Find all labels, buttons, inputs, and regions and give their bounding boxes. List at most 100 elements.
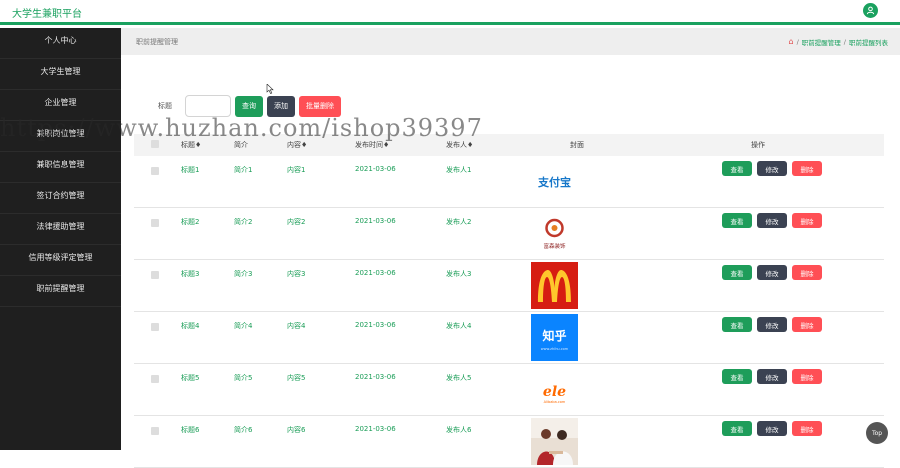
edit-button[interactable]: 修改 — [757, 213, 787, 228]
sidebar: 个人中心 大学生管理 企业管理 兼职岗位管理 兼职信息管理 签订合约管理 法律援… — [0, 28, 121, 450]
header-time[interactable]: 发布时间♦ — [355, 140, 446, 150]
cell-time: 2021-03-06 — [355, 165, 396, 173]
cell-publisher: 发布人2 — [446, 218, 472, 226]
cell-title: 标题1 — [181, 166, 200, 174]
sidebar-item-jobs[interactable]: 兼职岗位管理 — [0, 121, 121, 152]
page-title: 职前提醒管理 — [136, 38, 178, 46]
cell-content: 内容4 — [287, 322, 306, 330]
edit-button[interactable]: 修改 — [757, 265, 787, 280]
cell-intro: 简介2 — [234, 218, 253, 226]
header-bar: 职前提醒管理 ⌂ / 职前提醒管理 / 职前提醒列表 — [121, 28, 900, 55]
view-button[interactable]: 查看 — [722, 317, 752, 332]
main-area: 职前提醒管理 ⌂ / 职前提醒管理 / 职前提醒列表 标题 查询 添加 批量删除… — [121, 28, 900, 468]
cell-intro: 简介4 — [234, 322, 253, 330]
header-content[interactable]: 内容♦ — [287, 140, 355, 150]
edit-button[interactable]: 修改 — [757, 161, 787, 176]
table-row: 标题5 简介5 内容5 2021-03-06 发布人5 ele Alibaba.com 查看修… — [134, 364, 884, 416]
search-input[interactable] — [185, 95, 231, 117]
sidebar-item-credit-rating[interactable]: 信用等级评定管理 — [0, 245, 121, 276]
delete-button[interactable]: 删除 — [792, 161, 822, 176]
search-label: 标题 — [158, 102, 172, 110]
sidebar-item-reminders[interactable]: 职前提醒管理 — [0, 276, 121, 307]
cell-time: 2021-03-06 — [355, 321, 396, 329]
sidebar-item-personal-center[interactable]: 个人中心 — [0, 28, 121, 59]
query-button[interactable]: 查询 — [235, 95, 263, 117]
add-button[interactable]: 添加 — [267, 95, 295, 117]
cover-image: 富森装饰 — [531, 210, 578, 257]
view-button[interactable]: 查看 — [722, 161, 752, 176]
row-checkbox[interactable] — [151, 427, 159, 435]
breadcrumb-item-current: 职前提醒列表 — [849, 39, 888, 47]
row-checkbox[interactable] — [151, 323, 159, 331]
table-row: 标题1 简介1 内容1 2021-03-06 发布人1 支付宝 查看 修改 删除 — [134, 156, 884, 208]
svg-text:Alibaba.com: Alibaba.com — [544, 400, 566, 404]
sidebar-item-companies[interactable]: 企业管理 — [0, 90, 121, 121]
cell-content: 内容1 — [287, 166, 306, 174]
row-checkbox[interactable] — [151, 271, 159, 279]
delete-button[interactable]: 删除 — [792, 421, 822, 436]
header-title[interactable]: 标题♦ — [181, 140, 234, 150]
view-button[interactable]: 查看 — [722, 213, 752, 228]
row-checkbox[interactable] — [151, 219, 159, 227]
edit-button[interactable]: 修改 — [757, 421, 787, 436]
sidebar-item-legal-aid[interactable]: 法律援助管理 — [0, 214, 121, 245]
cell-title: 标题5 — [181, 374, 200, 382]
svg-text:富森装饰: 富森装饰 — [543, 242, 566, 250]
sidebar-item-contracts[interactable]: 签订合约管理 — [0, 183, 121, 214]
cell-publisher: 发布人5 — [446, 374, 472, 382]
delete-button[interactable]: 删除 — [792, 265, 822, 280]
row-checkbox[interactable] — [151, 375, 159, 383]
cell-content: 内容6 — [287, 426, 306, 434]
breadcrumb: ⌂ / 职前提醒管理 / 职前提醒列表 — [788, 37, 888, 48]
cell-publisher: 发布人6 — [446, 426, 472, 434]
sidebar-item-students[interactable]: 大学生管理 — [0, 59, 121, 90]
cell-publisher: 发布人1 — [446, 166, 472, 174]
cell-intro: 简介5 — [234, 374, 253, 382]
sidebar-item-job-info[interactable]: 兼职信息管理 — [0, 152, 121, 183]
cell-intro: 简介3 — [234, 270, 253, 278]
cell-time: 2021-03-06 — [355, 425, 396, 433]
search-bar: 标题 查询 添加 批量删除 — [158, 95, 341, 117]
svg-text:知乎: 知乎 — [541, 328, 566, 343]
cell-time: 2021-03-06 — [355, 373, 396, 381]
app-title: 大学生兼职平台 — [12, 9, 82, 20]
view-button[interactable]: 查看 — [722, 265, 752, 280]
view-button[interactable]: 查看 — [722, 421, 752, 436]
delete-button[interactable]: 删除 — [792, 213, 822, 228]
breadcrumb-item-module[interactable]: 职前提醒管理 — [802, 37, 841, 47]
table-row: 标题4 简介4 内容4 2021-03-06 发布人4 知乎 www.zhihu.com 查看… — [134, 312, 884, 364]
content-panel: 标题 查询 添加 批量删除 标题♦ 简介 内容♦ 发布时间♦ 发布人♦ 封面 操… — [121, 55, 900, 468]
cover-image: 知乎 www.zhihu.com — [531, 314, 578, 361]
view-button[interactable]: 查看 — [722, 369, 752, 384]
edit-button[interactable]: 修改 — [757, 317, 787, 332]
cell-title: 标题3 — [181, 270, 200, 278]
cell-publisher: 发布人4 — [446, 322, 472, 330]
row-checkbox[interactable] — [151, 167, 159, 175]
edit-button[interactable]: 修改 — [757, 369, 787, 384]
header-publisher[interactable]: 发布人♦ — [446, 140, 522, 150]
batch-delete-button[interactable]: 批量删除 — [299, 95, 341, 117]
delete-button[interactable]: 删除 — [792, 317, 822, 332]
cell-content: 内容3 — [287, 270, 306, 278]
cell-title: 标题6 — [181, 426, 200, 434]
header-intro: 简介 — [234, 141, 248, 149]
cell-publisher: 发布人3 — [446, 270, 472, 278]
table-row: 标题6 简介6 内容6 2021-03-06 发布人6 查看 修改 删除 — [134, 416, 884, 468]
header-actions: 操作 — [751, 141, 765, 149]
table-header: 标题♦ 简介 内容♦ 发布时间♦ 发布人♦ 封面 操作 — [134, 134, 884, 156]
user-avatar-icon[interactable] — [863, 3, 878, 18]
reminder-table: 标题♦ 简介 内容♦ 发布时间♦ 发布人♦ 封面 操作 标题1 简介1 内容1 202… — [134, 134, 884, 468]
table-row: 标题2 简介2 内容2 2021-03-06 发布人2 富森装饰 查看 修改 删除 — [134, 208, 884, 260]
mouse-cursor-icon — [266, 84, 274, 94]
cover-image — [531, 418, 578, 465]
top-bar: 大学生兼职平台 — [0, 0, 900, 25]
delete-button[interactable]: 删除 — [792, 369, 822, 384]
back-to-top-button[interactable]: Top — [866, 422, 888, 444]
home-icon[interactable]: ⌂ — [789, 38, 794, 46]
cell-title: 标题2 — [181, 218, 200, 226]
select-all-checkbox[interactable] — [151, 140, 159, 148]
table-row: 标题3 简介3 内容3 2021-03-06 发布人3 查看 修改 删除 — [134, 260, 884, 312]
cell-title: 标题4 — [181, 322, 200, 330]
cell-intro: 简介1 — [234, 166, 253, 174]
cover-image: ele Alibaba.com — [531, 366, 578, 413]
